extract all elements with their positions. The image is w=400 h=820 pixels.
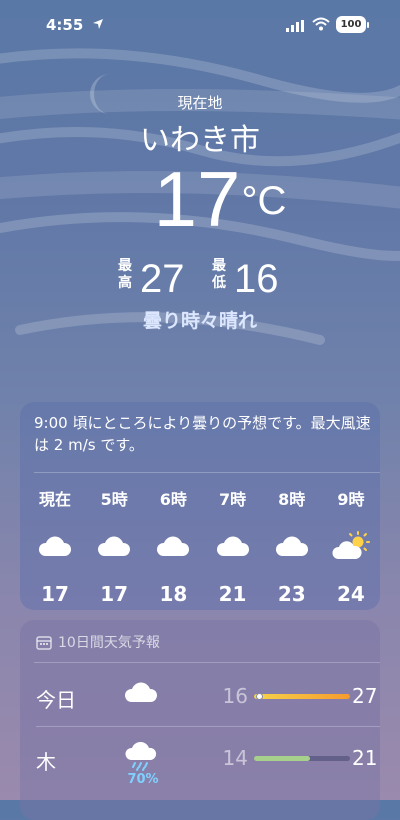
- calendar-icon: [36, 636, 52, 650]
- hour-item[interactable]: 7時 21: [206, 486, 260, 606]
- day-label: 木: [36, 750, 56, 774]
- day-low: 16: [222, 684, 248, 708]
- wifi-icon: [312, 17, 330, 31]
- temp-range-fill: [254, 756, 310, 761]
- hour-time: 8時: [278, 490, 306, 509]
- low-label: 最低: [212, 258, 226, 291]
- status-bar: 4:55 100: [0, 14, 400, 38]
- cloud-icon: [265, 528, 319, 564]
- status-time: 4:55: [46, 16, 84, 34]
- ten-day-title: 10日間天気予報: [58, 635, 160, 651]
- forecast-summary: 9:00 頃にところにより曇りの予想です。最大風速は 2 m/s です。: [34, 414, 371, 454]
- day-row[interactable]: 木 70% 14 21: [20, 728, 380, 788]
- day-low: 14: [222, 746, 248, 770]
- location-label: 現在地: [177, 94, 223, 112]
- hour-temp: 17: [100, 582, 129, 606]
- hour-temp: 18: [159, 582, 188, 606]
- hour-item[interactable]: 8時 23: [265, 486, 319, 606]
- current-weather: 現在地 いわき市 17 °C: [0, 88, 400, 239]
- hour-temp: 24: [337, 582, 365, 606]
- temp-unit: °C: [241, 179, 287, 223]
- precip-chance: 70%: [127, 772, 159, 787]
- battery-indicator: 100: [336, 16, 366, 33]
- cloud-icon: [28, 528, 82, 564]
- day-high: 27: [352, 684, 378, 708]
- hour-time: 9時: [337, 490, 365, 509]
- partly-sunny-icon: [324, 528, 378, 564]
- cloud-icon: [87, 528, 141, 564]
- hour-item[interactable]: 5時 17: [87, 486, 141, 606]
- hour-time: 7時: [218, 490, 247, 509]
- row-divider: [36, 726, 380, 727]
- temp-range-bar: [254, 693, 350, 700]
- hour-temp: 17: [41, 582, 69, 606]
- hour-time: 現在: [38, 490, 71, 509]
- hour-temp: 21: [218, 582, 247, 606]
- cloud-icon: [124, 680, 164, 710]
- current-temp-value: 17: [153, 155, 241, 243]
- cloud-rain-icon: [124, 741, 164, 772]
- hour-temp: 23: [277, 582, 306, 606]
- battery-tip: [367, 22, 369, 28]
- day-high: 21: [352, 746, 378, 770]
- current-temperature: 17 °C: [154, 159, 287, 239]
- low-value: 16: [234, 257, 279, 301]
- ten-day-forecast-card[interactable]: 10日間天気予報 今日 16 27 木 70% 14 21: [20, 620, 380, 820]
- cellular-signal-icon: [286, 20, 304, 32]
- condition-text: 曇り時々晴れ: [142, 310, 257, 332]
- card-divider: [34, 662, 380, 663]
- ten-day-header: 10日間天気予報: [36, 632, 160, 652]
- location-arrow-icon: [93, 19, 103, 29]
- temp-range-bar: [254, 756, 350, 761]
- day-row[interactable]: 今日 16 27: [20, 666, 380, 726]
- card-divider: [34, 472, 380, 473]
- high-label: 最高: [118, 258, 132, 291]
- day-label: 今日: [36, 688, 76, 712]
- hourly-forecast-card[interactable]: 9:00 頃にところにより曇りの予想です。最大風速は 2 m/s です。 現在 1…: [20, 402, 380, 610]
- cloud-icon: [146, 528, 200, 564]
- hour-item[interactable]: 9時 24: [324, 486, 378, 606]
- hour-time: 5時: [100, 490, 128, 509]
- high-value: 27: [140, 257, 185, 301]
- city-name: いわき市: [140, 123, 260, 158]
- cloud-icon: [206, 528, 260, 564]
- hourly-list[interactable]: 現在 17 5時 17 6時 18 7時 21 8時 23 9時 24: [28, 486, 378, 606]
- hour-item[interactable]: 現在 17: [28, 486, 82, 606]
- hour-item[interactable]: 6時 18: [146, 486, 200, 606]
- hour-time: 6時: [159, 490, 187, 509]
- temp-range-fill: [254, 694, 350, 699]
- high-low: 最高 27 最低 16: [118, 256, 298, 306]
- current-temp-marker: [255, 693, 263, 700]
